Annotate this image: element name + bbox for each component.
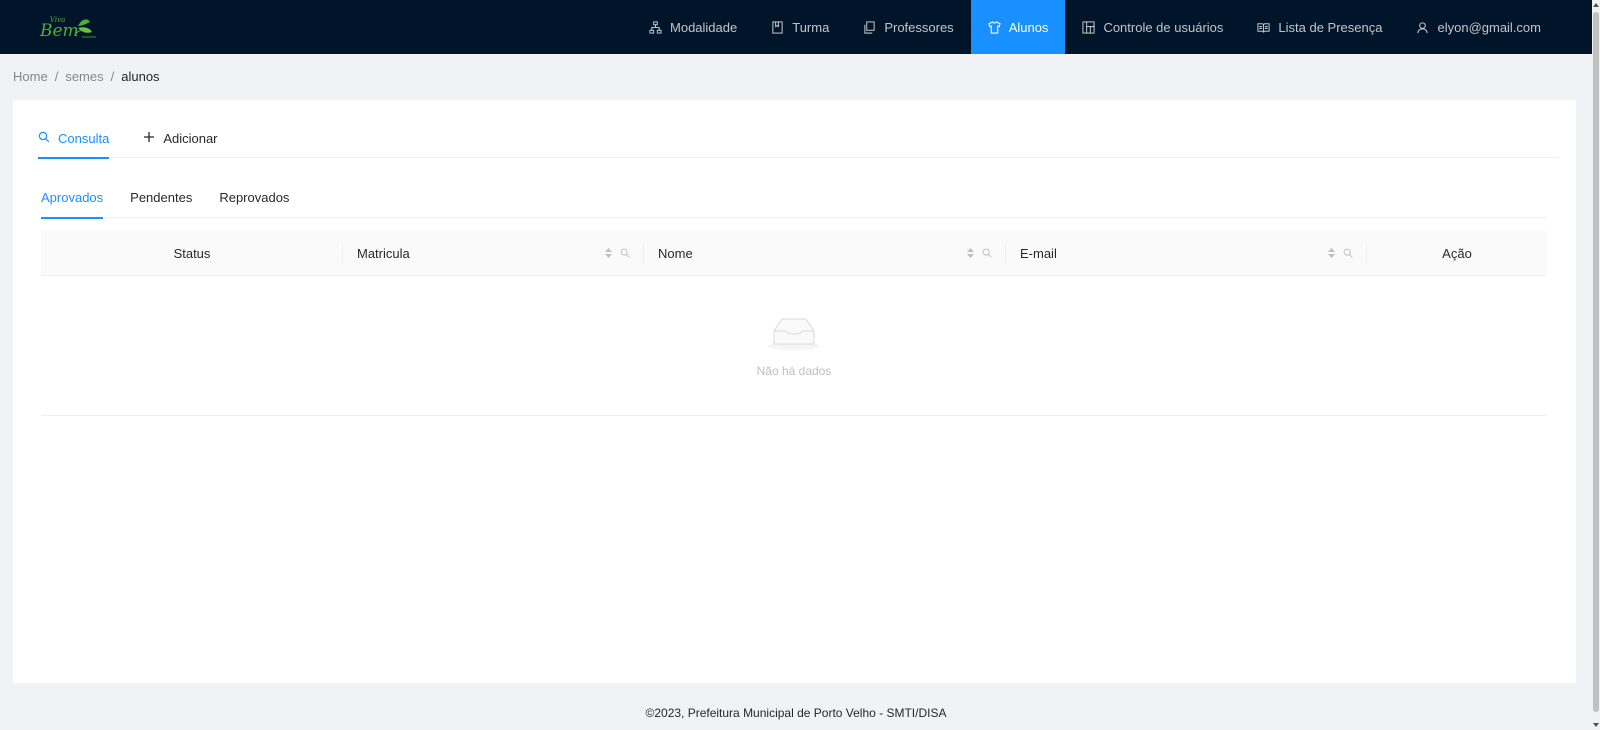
tab-consulta[interactable]: Consulta xyxy=(38,122,110,159)
table-empty-state: Não há dados xyxy=(41,276,1547,416)
svg-text:Viva: Viva xyxy=(50,16,65,24)
content-card: Consulta Adicionar Aprovados Pendentes R… xyxy=(13,100,1576,683)
filter-search-icon[interactable] xyxy=(982,248,992,258)
empty-inbox-icon xyxy=(766,313,822,354)
tab-adicionar[interactable]: Adicionar xyxy=(143,122,218,158)
status-tabs: Aprovados Pendentes Reprovados xyxy=(41,180,1547,219)
menu-item-turma[interactable]: Turma xyxy=(754,0,846,54)
column-header-matricula[interactable]: Matricula xyxy=(343,231,644,275)
menu-item-user-account[interactable]: elyon@gmail.com xyxy=(1399,0,1558,54)
copy-icon xyxy=(863,20,876,34)
column-header-email[interactable]: E-mail xyxy=(1006,231,1367,275)
column-header-acao: Ação xyxy=(1367,231,1547,275)
top-navbar: Bem Viva Modalidade Turma Professores Al… xyxy=(0,0,1592,54)
breadcrumb-separator: / xyxy=(110,69,115,84)
logo-image: Bem Viva xyxy=(39,16,96,41)
menu-item-professores[interactable]: Professores xyxy=(846,0,970,54)
column-tools xyxy=(967,248,992,258)
read-icon xyxy=(1257,21,1270,34)
action-tabs: Consulta Adicionar xyxy=(38,122,1558,159)
column-label: Matricula xyxy=(357,245,410,261)
scroll-down-arrow-icon[interactable] xyxy=(1593,723,1599,727)
filter-search-icon[interactable] xyxy=(620,248,630,258)
breadcrumb-item-current: alunos xyxy=(121,69,160,84)
menu-item-label: Alunos xyxy=(1008,19,1049,35)
breadcrumb: Home / semes / alunos xyxy=(13,69,160,84)
app-logo[interactable]: Bem Viva xyxy=(38,12,98,42)
plus-icon xyxy=(143,131,155,146)
breadcrumb-item-home[interactable]: Home xyxy=(13,69,48,84)
search-icon xyxy=(38,131,50,146)
tab-reprovados[interactable]: Reprovados xyxy=(219,180,289,218)
column-label: E-mail xyxy=(1020,245,1057,261)
menu-item-lista-presenca[interactable]: Lista de Presença xyxy=(1240,0,1399,54)
filter-search-icon[interactable] xyxy=(1343,248,1353,258)
menu-item-label: Turma xyxy=(792,19,830,35)
sort-icon[interactable] xyxy=(967,248,974,258)
column-label: Nome xyxy=(658,245,693,261)
shirt-icon xyxy=(987,20,1001,34)
main-menu: Modalidade Turma Professores Alunos Cont… xyxy=(632,0,1558,54)
menu-item-label: elyon@gmail.com xyxy=(1437,19,1541,35)
user-icon xyxy=(1416,21,1429,34)
column-header-nome[interactable]: Nome xyxy=(644,231,1006,275)
column-header-status: Status xyxy=(41,231,343,275)
page-scrollbar[interactable] xyxy=(1592,0,1600,730)
page-footer: ©2023, Prefeitura Municipal de Porto Vel… xyxy=(0,706,1592,720)
breadcrumb-separator: / xyxy=(54,69,59,84)
svg-text:Bem: Bem xyxy=(39,21,79,41)
table-header: Status Matricula Nome E-mail Ação xyxy=(41,231,1547,276)
sort-icon[interactable] xyxy=(1328,248,1335,258)
menu-item-modalidade[interactable]: Modalidade xyxy=(632,0,754,54)
empty-text: Não há dados xyxy=(756,364,832,378)
menu-item-alunos[interactable]: Alunos xyxy=(970,0,1066,54)
sort-icon[interactable] xyxy=(605,248,612,258)
column-label: Ação xyxy=(1442,245,1472,261)
footer-text: ©2023, Prefeitura Municipal de Porto Vel… xyxy=(645,706,947,720)
scroll-up-arrow-icon[interactable] xyxy=(1593,3,1599,7)
sitemap-icon xyxy=(649,20,662,34)
students-table: Status Matricula Nome E-mail Ação Não há… xyxy=(41,231,1547,416)
menu-item-label: Professores xyxy=(884,19,954,35)
breadcrumb-item-semes[interactable]: semes xyxy=(65,69,103,84)
scroll-thumb[interactable] xyxy=(1593,12,1599,712)
menu-item-controle-usuarios[interactable]: Controle de usuários xyxy=(1065,0,1240,54)
tab-aprovados[interactable]: Aprovados xyxy=(41,180,104,219)
column-tools xyxy=(1328,248,1353,258)
tab-label: Consulta xyxy=(58,130,110,146)
tab-pendentes[interactable]: Pendentes xyxy=(130,180,192,218)
column-tools xyxy=(605,248,630,258)
book-icon xyxy=(771,20,784,34)
tab-label: Adicionar xyxy=(163,130,218,146)
menu-item-label: Controle de usuários xyxy=(1103,19,1224,35)
layout-icon xyxy=(1082,20,1096,34)
menu-item-label: Modalidade xyxy=(670,19,738,35)
menu-item-label: Lista de Presença xyxy=(1278,19,1383,35)
column-label: Status xyxy=(173,245,211,261)
